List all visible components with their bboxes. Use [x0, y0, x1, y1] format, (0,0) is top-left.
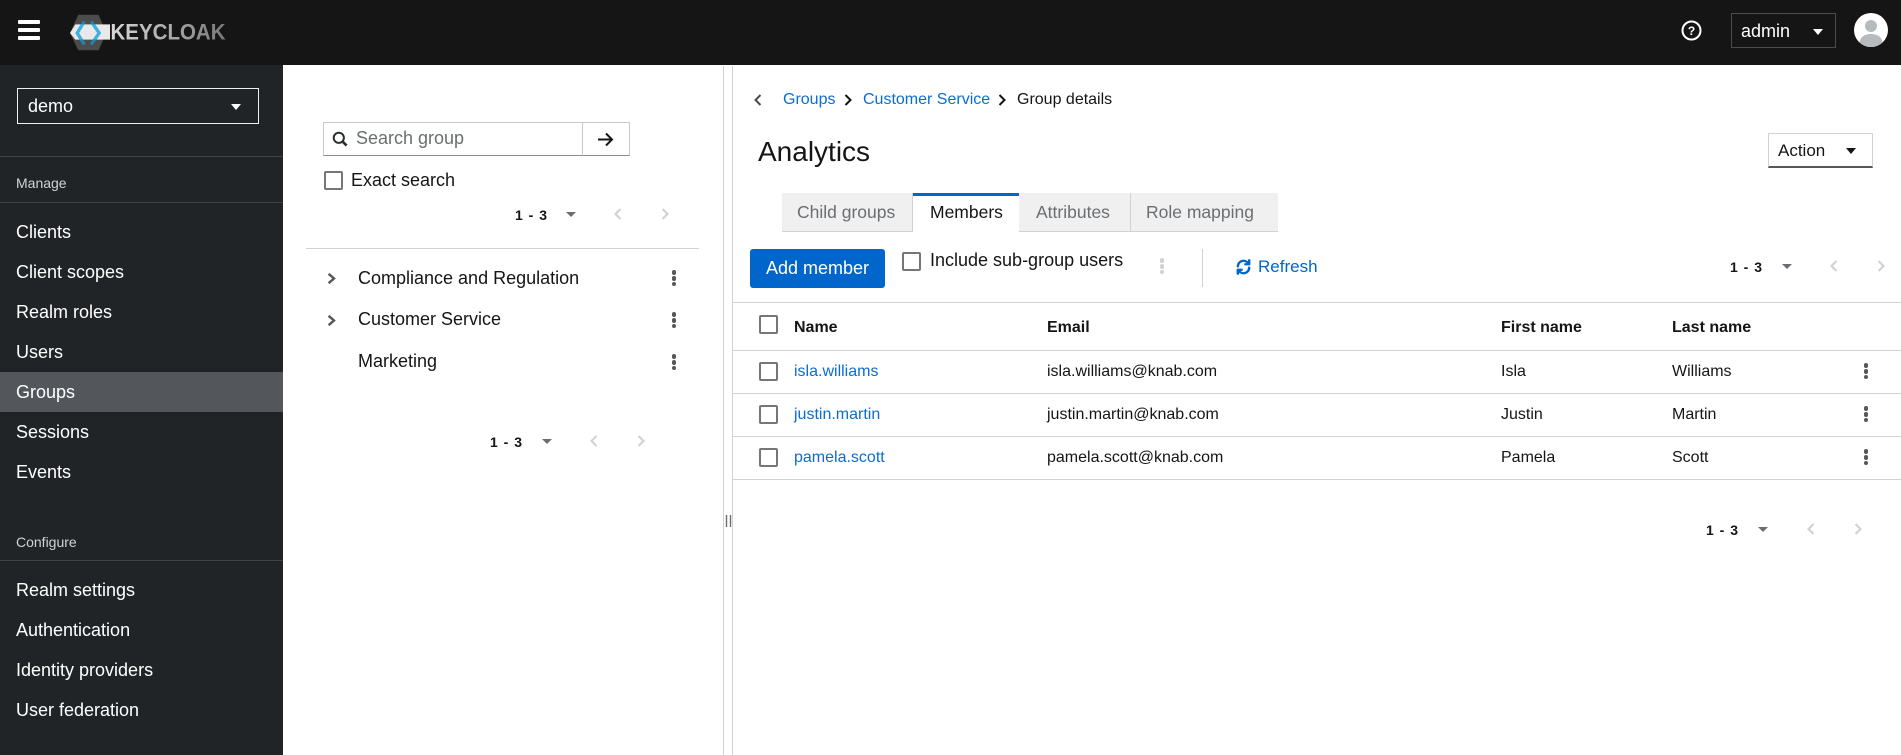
- svg-text:KEYCLOAK: KEYCLOAK: [111, 19, 226, 44]
- svg-text:?: ?: [1688, 24, 1695, 38]
